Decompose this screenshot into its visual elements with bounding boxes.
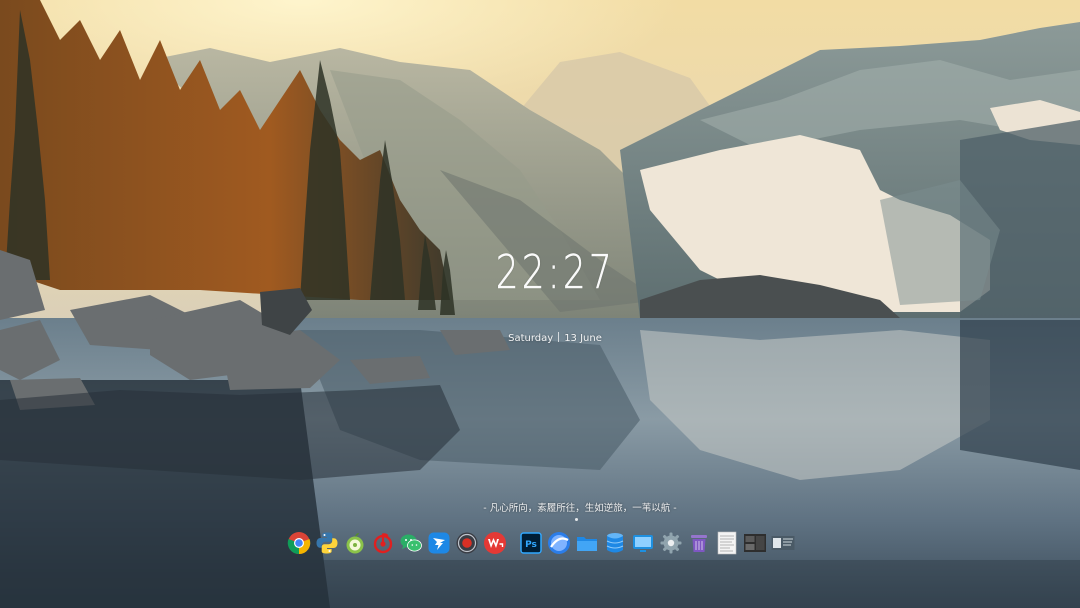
dock-database[interactable] [602, 530, 628, 556]
svg-text:Ps: Ps [525, 540, 537, 550]
quote-dot [575, 518, 578, 521]
dock-settings[interactable] [658, 530, 684, 556]
clock-time: 22:27 [495, 245, 615, 300]
monitor-icon [633, 535, 653, 552]
trash-icon [691, 535, 707, 552]
dock-python[interactable] [314, 530, 340, 556]
video-thumbnail-icon [744, 534, 766, 552]
date-separator [558, 332, 560, 342]
desktop-wallpaper [0, 0, 1080, 608]
dock-trash[interactable] [686, 530, 712, 556]
dock-chrome[interactable] [286, 530, 312, 556]
chrome-icon [287, 532, 311, 555]
dock-video-window[interactable] [742, 530, 768, 556]
record-icon [456, 532, 478, 554]
dock-recorder[interactable] [454, 530, 480, 556]
wechat-icon [400, 534, 422, 552]
apple-fruit-icon [346, 533, 364, 554]
dock-netease-music[interactable] [370, 530, 396, 556]
desktop-clock: 22:27 [475, 244, 635, 300]
dock-monitor[interactable] [630, 530, 656, 556]
dock-photoshop[interactable]: Ps [518, 530, 544, 556]
dock-dingtalk[interactable] [426, 530, 452, 556]
dock-wechat[interactable] [398, 530, 424, 556]
dock-browser[interactable] [546, 530, 572, 556]
dock-document-window[interactable] [714, 530, 740, 556]
database-icon [606, 533, 624, 553]
python-icon [316, 532, 338, 554]
dock-screenshot-window[interactable] [770, 530, 796, 556]
netease-music-icon [373, 533, 393, 554]
folder-icon [577, 537, 597, 551]
app-dock: Ps [286, 528, 798, 558]
wps-icon [484, 532, 506, 554]
browser-globe-icon [548, 532, 570, 554]
screenshot-thumbnail-icon [771, 536, 795, 550]
desktop-date: Saturday 13 June [490, 331, 620, 347]
date-day: 13 June [564, 333, 602, 344]
desktop-quote: - 凡心所向，素履所往，生如逆旅，一苇以航 - [483, 503, 677, 514]
document-thumbnail-icon [717, 531, 737, 555]
dingtalk-icon [428, 532, 450, 554]
photoshop-icon: Ps [520, 532, 542, 554]
settings-icon [660, 532, 682, 554]
dock-apple-app[interactable] [342, 530, 368, 556]
dock-folder[interactable] [574, 530, 600, 556]
dock-wps[interactable] [482, 530, 508, 556]
date-weekday: Saturday [508, 333, 554, 344]
